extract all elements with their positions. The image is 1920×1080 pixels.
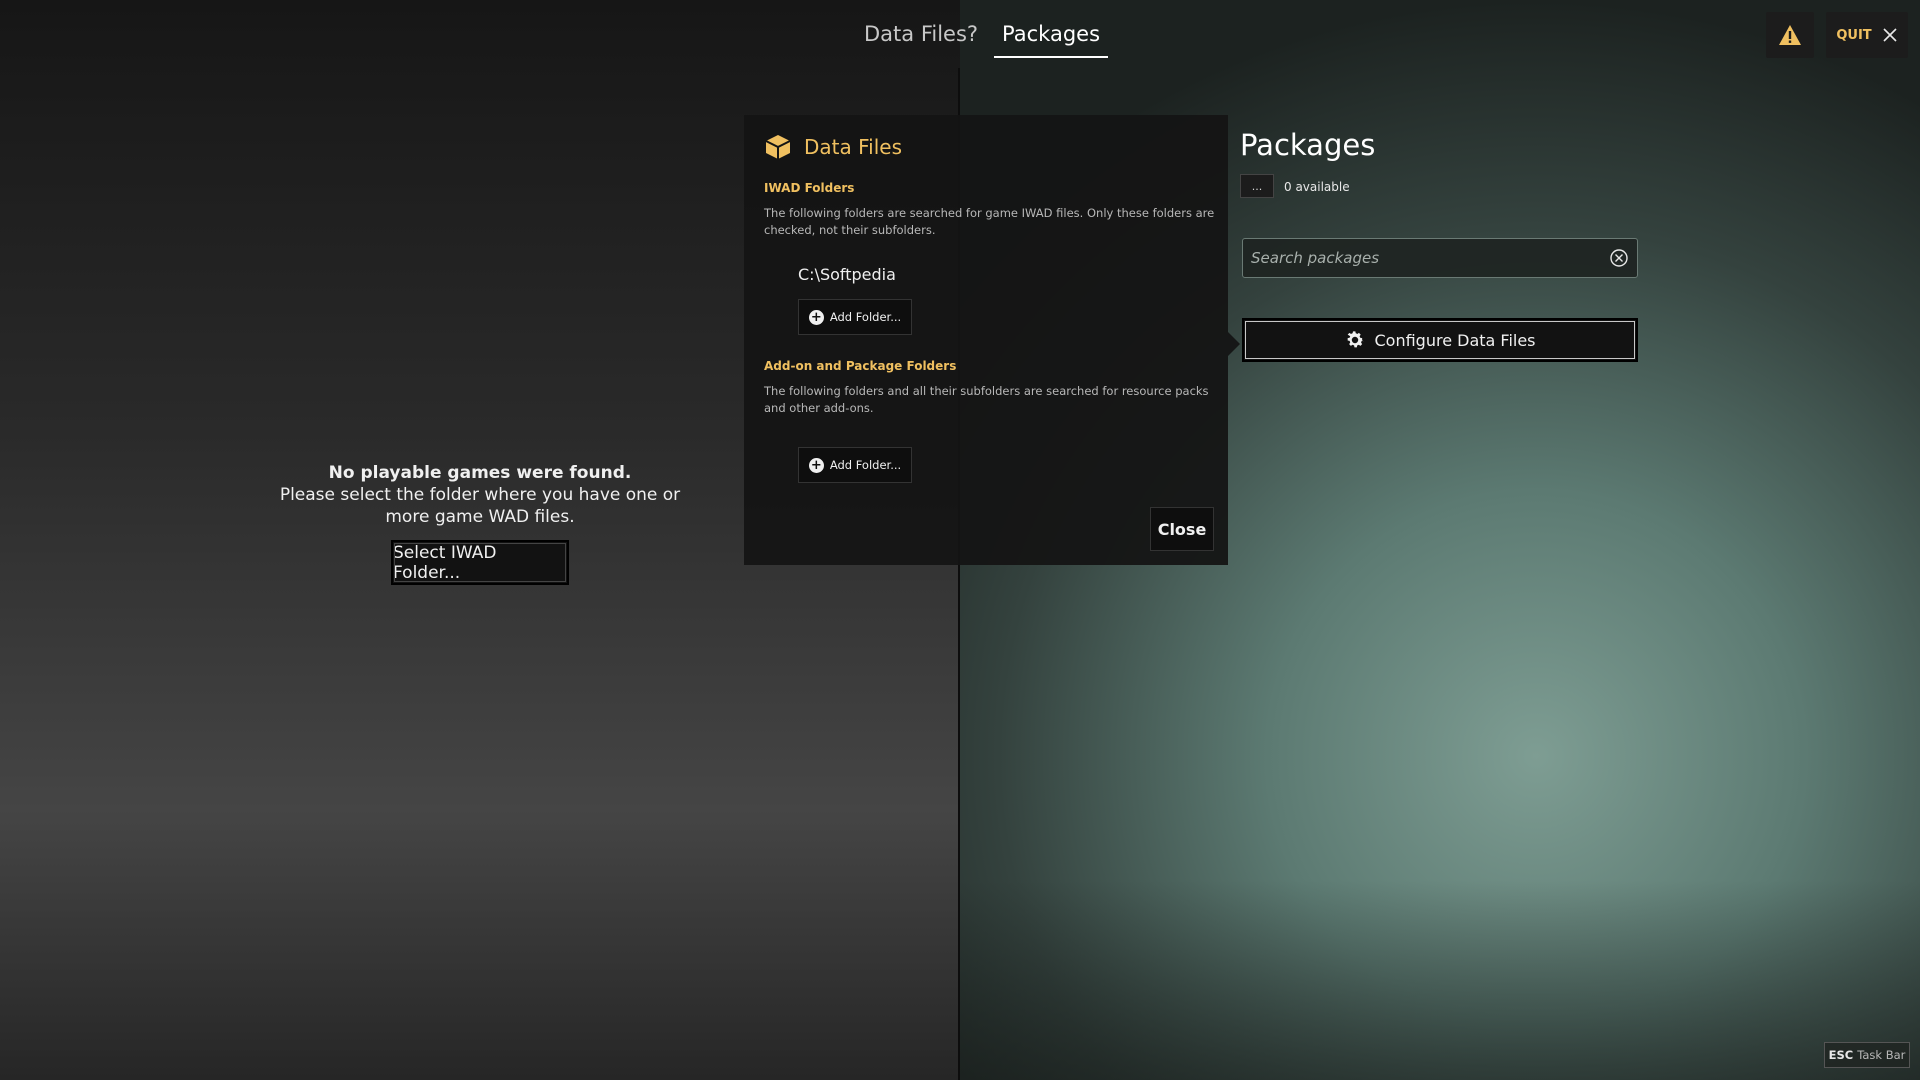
add-folder-label: Add Folder... [829,458,902,472]
dialog-title-text: Data Files [804,135,902,159]
taskbar-label: Task Bar [1857,1048,1906,1062]
esc-taskbar-hint[interactable]: ESC Task Bar [1824,1042,1910,1068]
close-button[interactable]: Close [1150,507,1214,551]
no-games-title: No playable games were found. [328,463,632,483]
packages-menu-button[interactable]: ... [1240,174,1274,198]
tab-packages[interactable]: Packages [994,18,1109,58]
data-files-dialog: Data Files IWAD Folders The following fo… [744,115,1228,565]
addon-folders-description: The following folders and all their subf… [764,384,1209,415]
top-tabs: Data Files? Packages [852,18,1112,58]
plus-circle-icon: + [808,457,824,473]
iwad-folder-path: C:\Softpedia [798,265,896,284]
plus-circle-icon: + [808,309,824,325]
no-games-message: No playable games were found. Please sel… [270,462,690,528]
tab-data-files[interactable]: Data Files? [856,18,986,58]
configure-data-files-label: Configure Data Files [1374,330,1536,350]
addon-folders-heading: Add-on and Package Folders [764,359,957,373]
packages-title: Packages [1240,128,1376,162]
no-games-text: Please select the folder where you have … [279,485,681,527]
search-box [1242,238,1638,278]
iwad-folders-description: The following folders are searched for g… [764,206,1215,237]
select-iwad-folder-button[interactable]: Select IWAD Folder... [391,540,569,585]
configure-data-files-button[interactable]: Configure Data Files [1242,318,1638,362]
dialog-title: Data Files [764,133,902,161]
add-iwad-folder-button[interactable]: + Add Folder... [798,299,912,335]
quit-button[interactable]: QUIT [1826,12,1908,58]
close-icon [1883,28,1897,42]
warning-button[interactable] [1766,12,1814,58]
quit-label: QUIT [1836,27,1872,43]
packages-count: 0 available [1284,180,1350,194]
dialog-pointer [1228,332,1240,356]
clear-search-icon[interactable] [1609,248,1629,268]
esc-key-label: ESC [1828,1048,1854,1062]
gear-icon [1348,331,1365,348]
add-addon-folder-button[interactable]: + Add Folder... [798,447,912,483]
add-folder-label: Add Folder... [829,310,902,324]
search-input[interactable] [1251,249,1609,267]
iwad-folders-heading: IWAD Folders [764,181,855,195]
package-box-icon [765,135,791,159]
warning-icon [1779,25,1801,45]
